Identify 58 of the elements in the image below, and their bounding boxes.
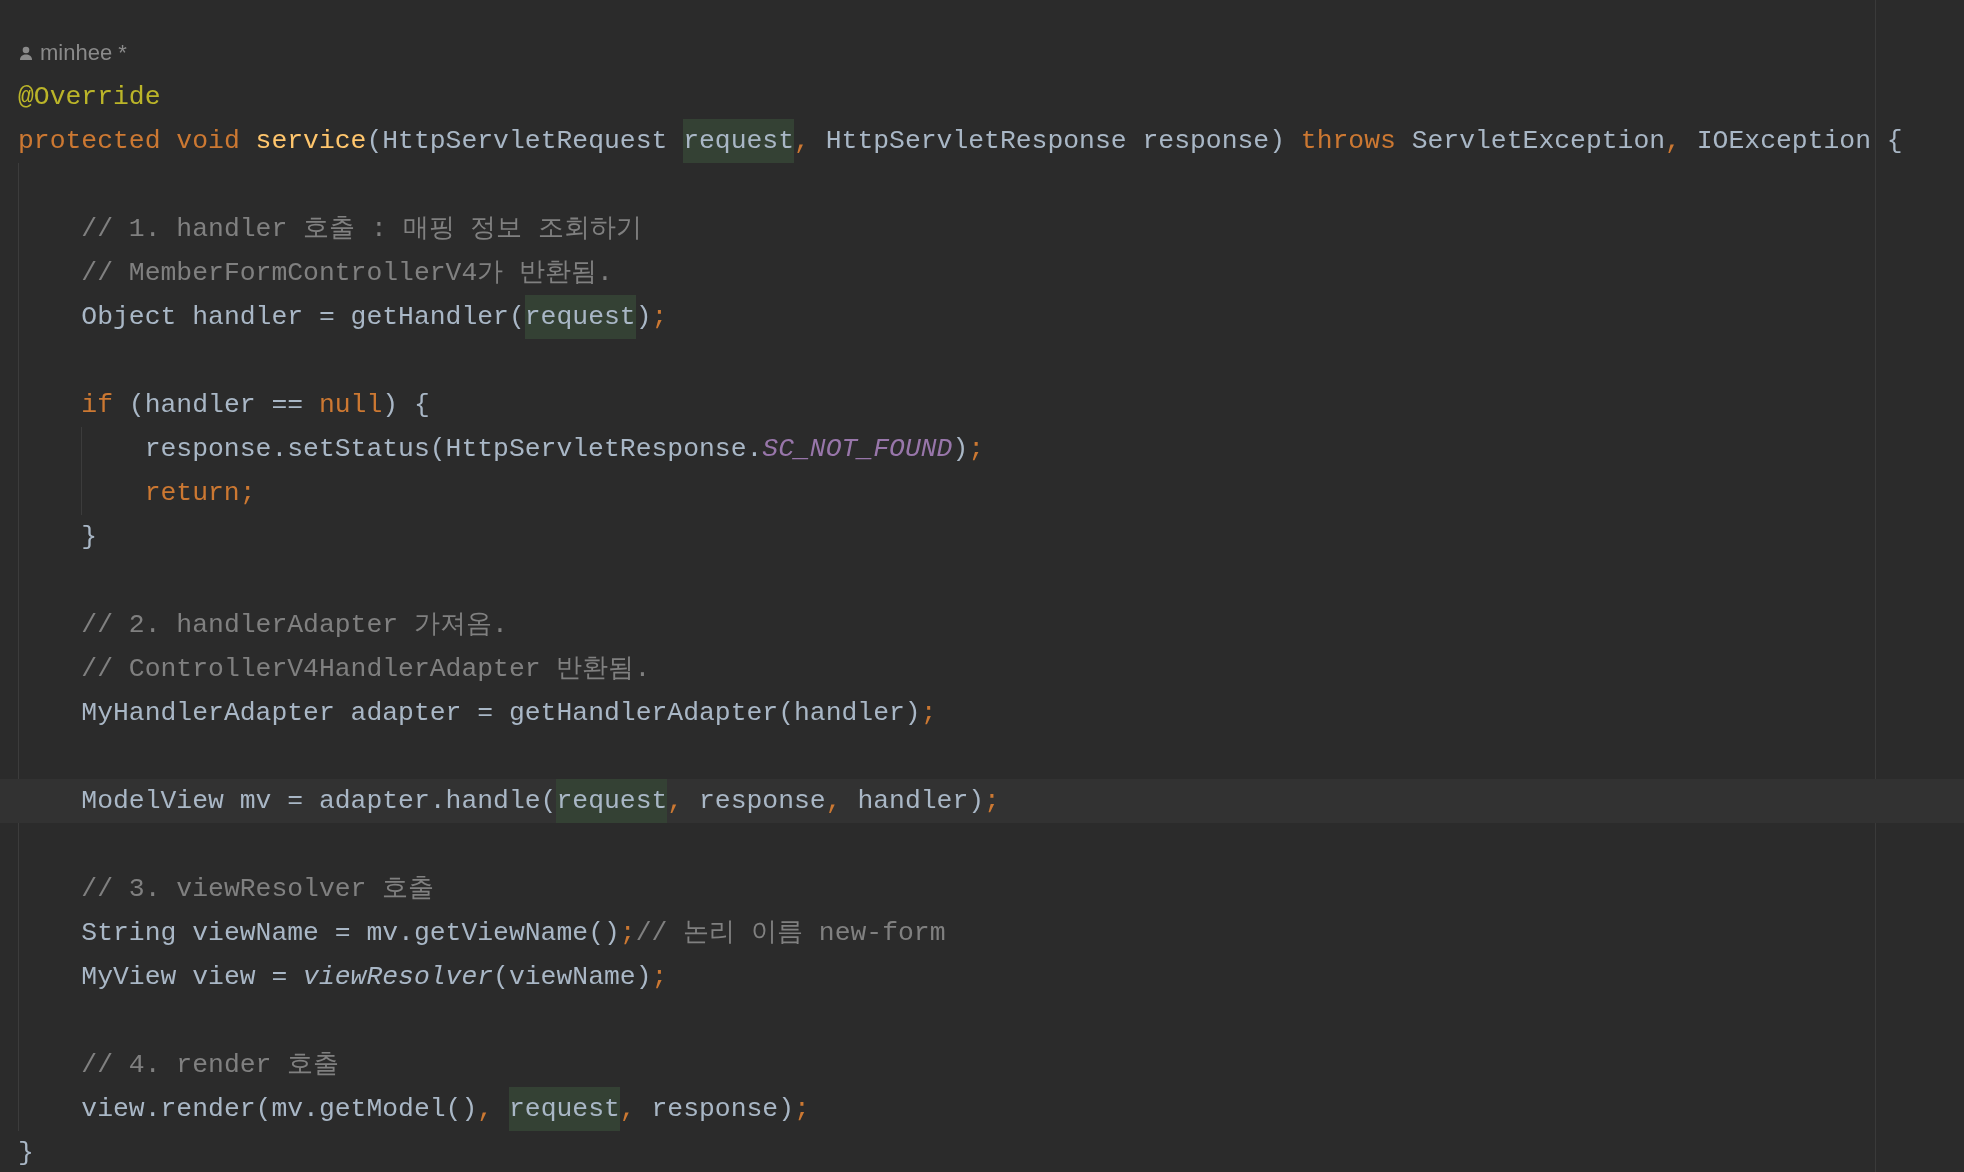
- code-punctuation: ,: [667, 785, 685, 818]
- code-keyword: null: [318, 389, 383, 422]
- code-text: handler): [857, 785, 985, 818]
- code-text: }: [18, 1137, 34, 1170]
- code-text: MyView view =: [81, 961, 289, 994]
- code-comment: // MemberFormControllerV4가 반환됨.: [81, 257, 613, 290]
- code-text: ) {: [382, 389, 430, 422]
- code-text: view.render(mv.getModel(): [81, 1093, 478, 1126]
- static-method-call: viewResolver: [303, 961, 494, 994]
- highlighted-identifier: equest: [572, 779, 668, 823]
- highlighted-identifier: request: [683, 119, 795, 163]
- code-punctuation: ;: [619, 917, 636, 950]
- code-punctuation: ,: [794, 125, 811, 158]
- code-punctuation: ;: [984, 785, 1000, 818]
- code-punctuation: ,: [825, 785, 843, 818]
- code-text: IOException {: [1696, 125, 1903, 158]
- code-punctuation: ;: [239, 477, 256, 510]
- code-comment: // ControllerV4HandlerAdapter 반환됨.: [81, 653, 651, 686]
- code-comment: // 1. handler 호출 : 매핑 정보 조회하기: [81, 213, 643, 246]
- code-text: response: [699, 785, 826, 818]
- highlighted-identifier: r: [556, 779, 573, 823]
- code-comment: // 2. handlerAdapter 가져옴.: [81, 609, 508, 642]
- code-text: (handler ==: [128, 389, 305, 422]
- code-punctuation: ;: [651, 301, 668, 334]
- code-text: ModelView mv = adapter.handle(: [81, 785, 557, 818]
- code-keyword: throws: [1300, 125, 1397, 158]
- code-text: ): [635, 301, 652, 334]
- code-text: Object handler = getHandler(: [81, 301, 525, 334]
- code-text: ServletException: [1411, 125, 1666, 158]
- code-punctuation: ;: [968, 433, 985, 466]
- code-text: (viewName): [493, 961, 652, 994]
- code-text: }: [81, 521, 98, 554]
- code-constant: SC_NOT_FOUND: [762, 433, 953, 466]
- code-text: response): [651, 1093, 795, 1126]
- code-annotation: @Override: [18, 81, 161, 114]
- code-text: ): [952, 433, 969, 466]
- code-punctuation: ,: [477, 1093, 495, 1126]
- code-punctuation: ;: [920, 697, 937, 730]
- method-name: service: [255, 125, 367, 158]
- code-comment: // 4. render 호출: [81, 1049, 340, 1082]
- code-comment: // 3. viewResolver 호출: [81, 873, 435, 906]
- code-text: MyHandlerAdapter adapter = getHandlerAdapter(handler): [81, 697, 921, 730]
- code-keyword: if: [81, 389, 115, 422]
- highlighted-identifier: request: [508, 1087, 620, 1131]
- author-name[interactable]: minhee *: [40, 40, 127, 66]
- code-keyword: protected void: [18, 125, 241, 158]
- code-text: response.setStatus(HttpServletResponse.: [144, 433, 763, 466]
- code-comment: // 논리 이름 new-form: [635, 917, 946, 950]
- code-text: HttpServletResponse response): [825, 125, 1286, 158]
- highlighted-identifier: request: [524, 295, 636, 339]
- code-punctuation: ,: [1665, 125, 1682, 158]
- code-keyword: return: [144, 477, 240, 510]
- person-icon: [18, 45, 34, 61]
- code-punctuation: ,: [619, 1093, 637, 1126]
- code-text: (HttpServletRequest: [366, 125, 669, 158]
- code-punctuation: ;: [794, 1093, 810, 1126]
- code-punctuation: ;: [651, 961, 668, 994]
- code-text: String viewName = mv.getViewName(): [81, 917, 620, 950]
